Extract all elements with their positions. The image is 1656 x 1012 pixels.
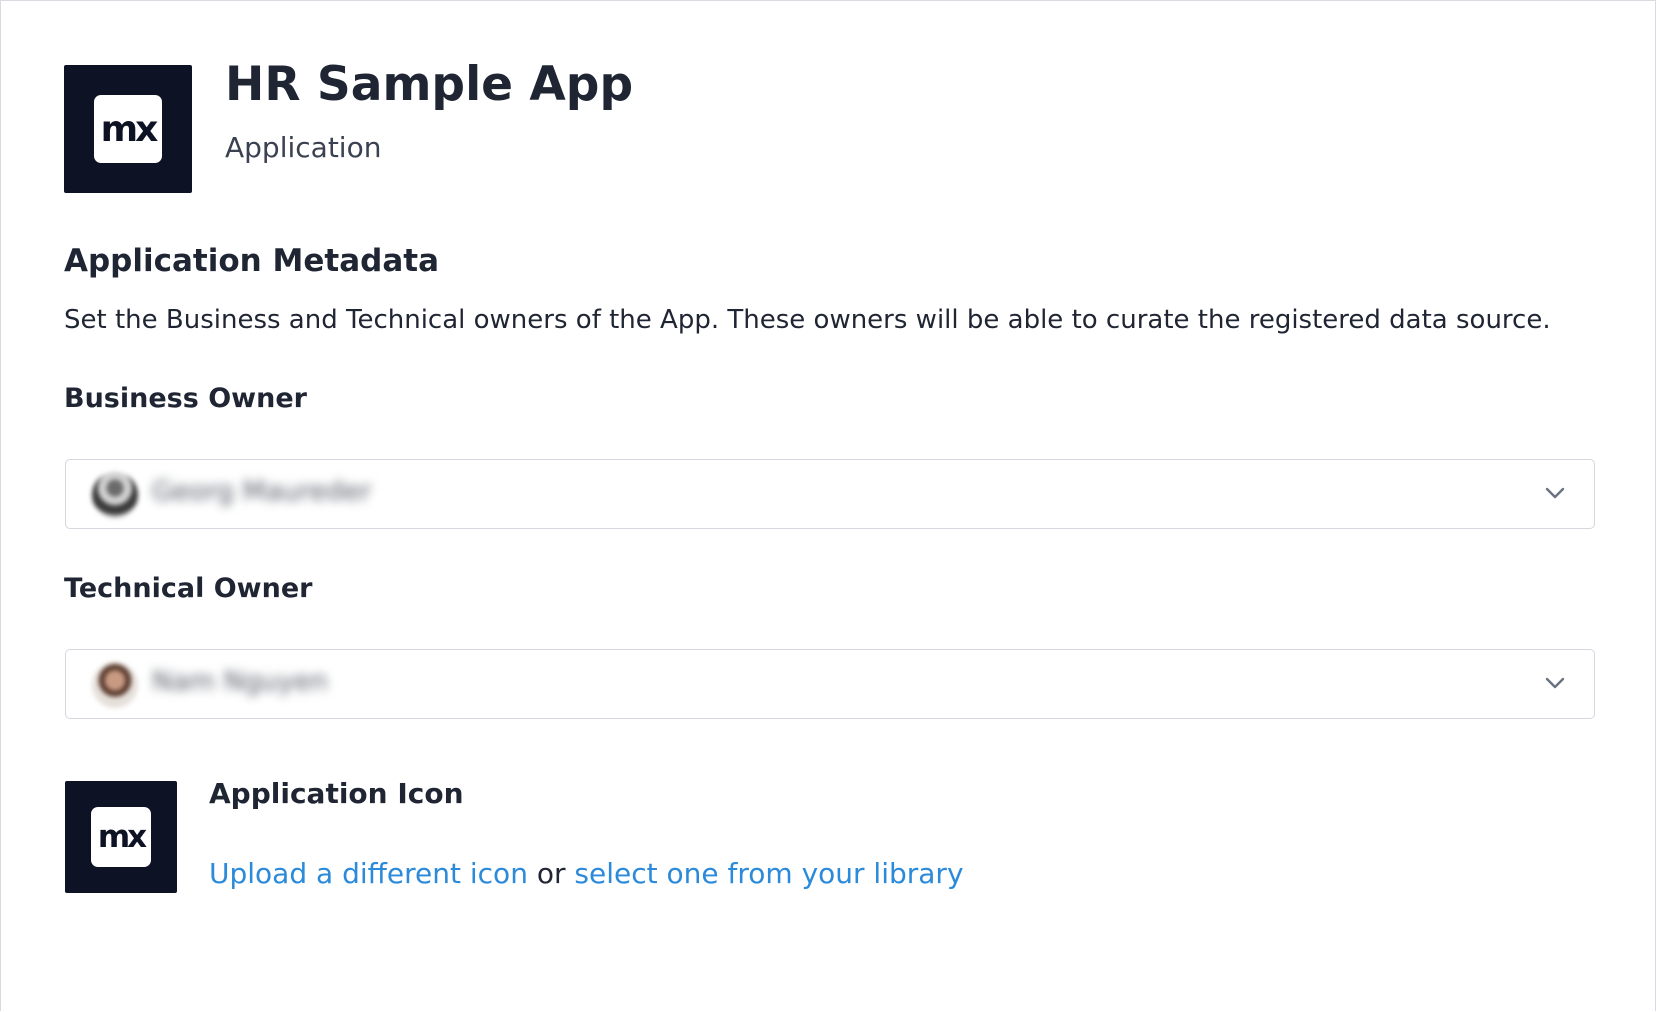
business-owner-value: Georg Maureder xyxy=(152,476,372,507)
upload-icon-link[interactable]: Upload a different icon xyxy=(209,857,528,890)
logo-text: mx xyxy=(97,819,147,855)
section-title: Application Metadata xyxy=(64,243,439,279)
section-description: Set the Business and Technical owners of… xyxy=(64,305,1551,335)
technical-owner-value: Nam Nguyen xyxy=(152,666,328,697)
application-icon-preview: mx xyxy=(65,781,177,893)
mendix-logo-icon: mx xyxy=(94,95,162,163)
application-settings-panel: mx HR Sample App Application Application… xyxy=(0,0,1656,1011)
business-owner-select[interactable]: Georg Maureder xyxy=(65,459,1595,529)
technical-owner-label: Technical Owner xyxy=(64,573,313,604)
app-logo: mx xyxy=(64,65,192,193)
application-icon-title: Application Icon xyxy=(209,777,464,810)
chevron-down-icon[interactable] xyxy=(1544,672,1566,694)
icon-actions: Upload a different icon or select one fr… xyxy=(209,857,964,890)
separator-text: or xyxy=(536,857,566,890)
mendix-logo-icon: mx xyxy=(91,807,151,867)
user-avatar-icon xyxy=(92,662,138,708)
page-subtitle: Application xyxy=(225,131,382,164)
business-owner-label: Business Owner xyxy=(64,383,307,414)
technical-owner-select[interactable]: Nam Nguyen xyxy=(65,649,1595,719)
select-from-library-link[interactable]: select one from your library xyxy=(574,857,963,890)
user-avatar-icon xyxy=(92,472,138,518)
logo-text: mx xyxy=(100,108,159,150)
page-title: HR Sample App xyxy=(225,57,634,112)
chevron-down-icon[interactable] xyxy=(1544,482,1566,504)
